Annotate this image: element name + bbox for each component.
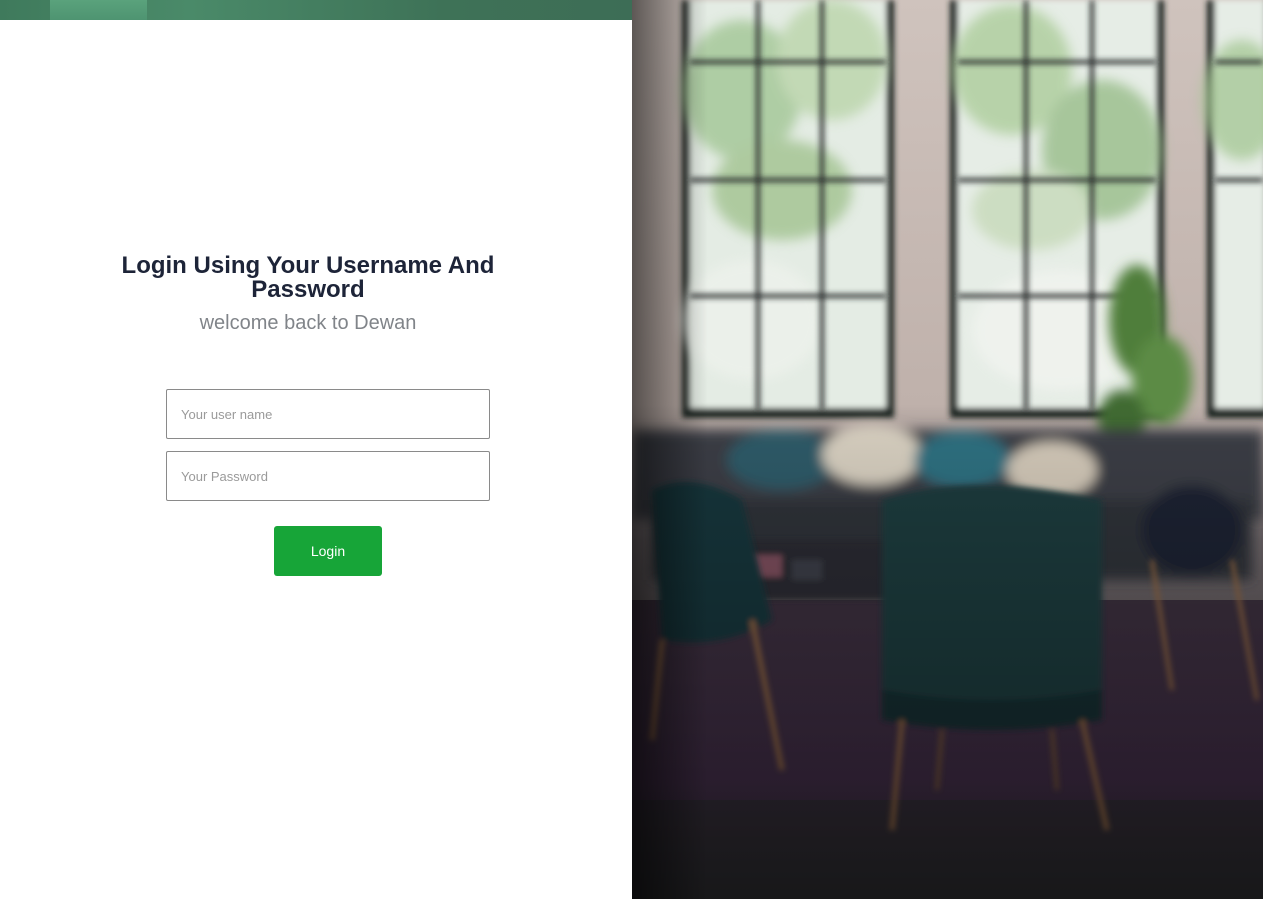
- top-accent-strip: [0, 0, 632, 20]
- login-button[interactable]: Login: [274, 526, 382, 576]
- password-input[interactable]: [166, 451, 490, 501]
- login-page: Login Using Your Username And Password w…: [0, 0, 1280, 899]
- login-form-panel: Login Using Your Username And Password w…: [0, 0, 632, 899]
- top-accent-tab: [50, 0, 147, 20]
- background-photo: [632, 0, 1263, 899]
- page-title: Login Using Your Username And Password: [121, 252, 495, 303]
- room-illustration: [632, 0, 1263, 899]
- username-input[interactable]: [166, 389, 490, 439]
- page-subtitle: welcome back to Dewan: [199, 312, 417, 334]
- right-edge-gap: [1263, 0, 1280, 899]
